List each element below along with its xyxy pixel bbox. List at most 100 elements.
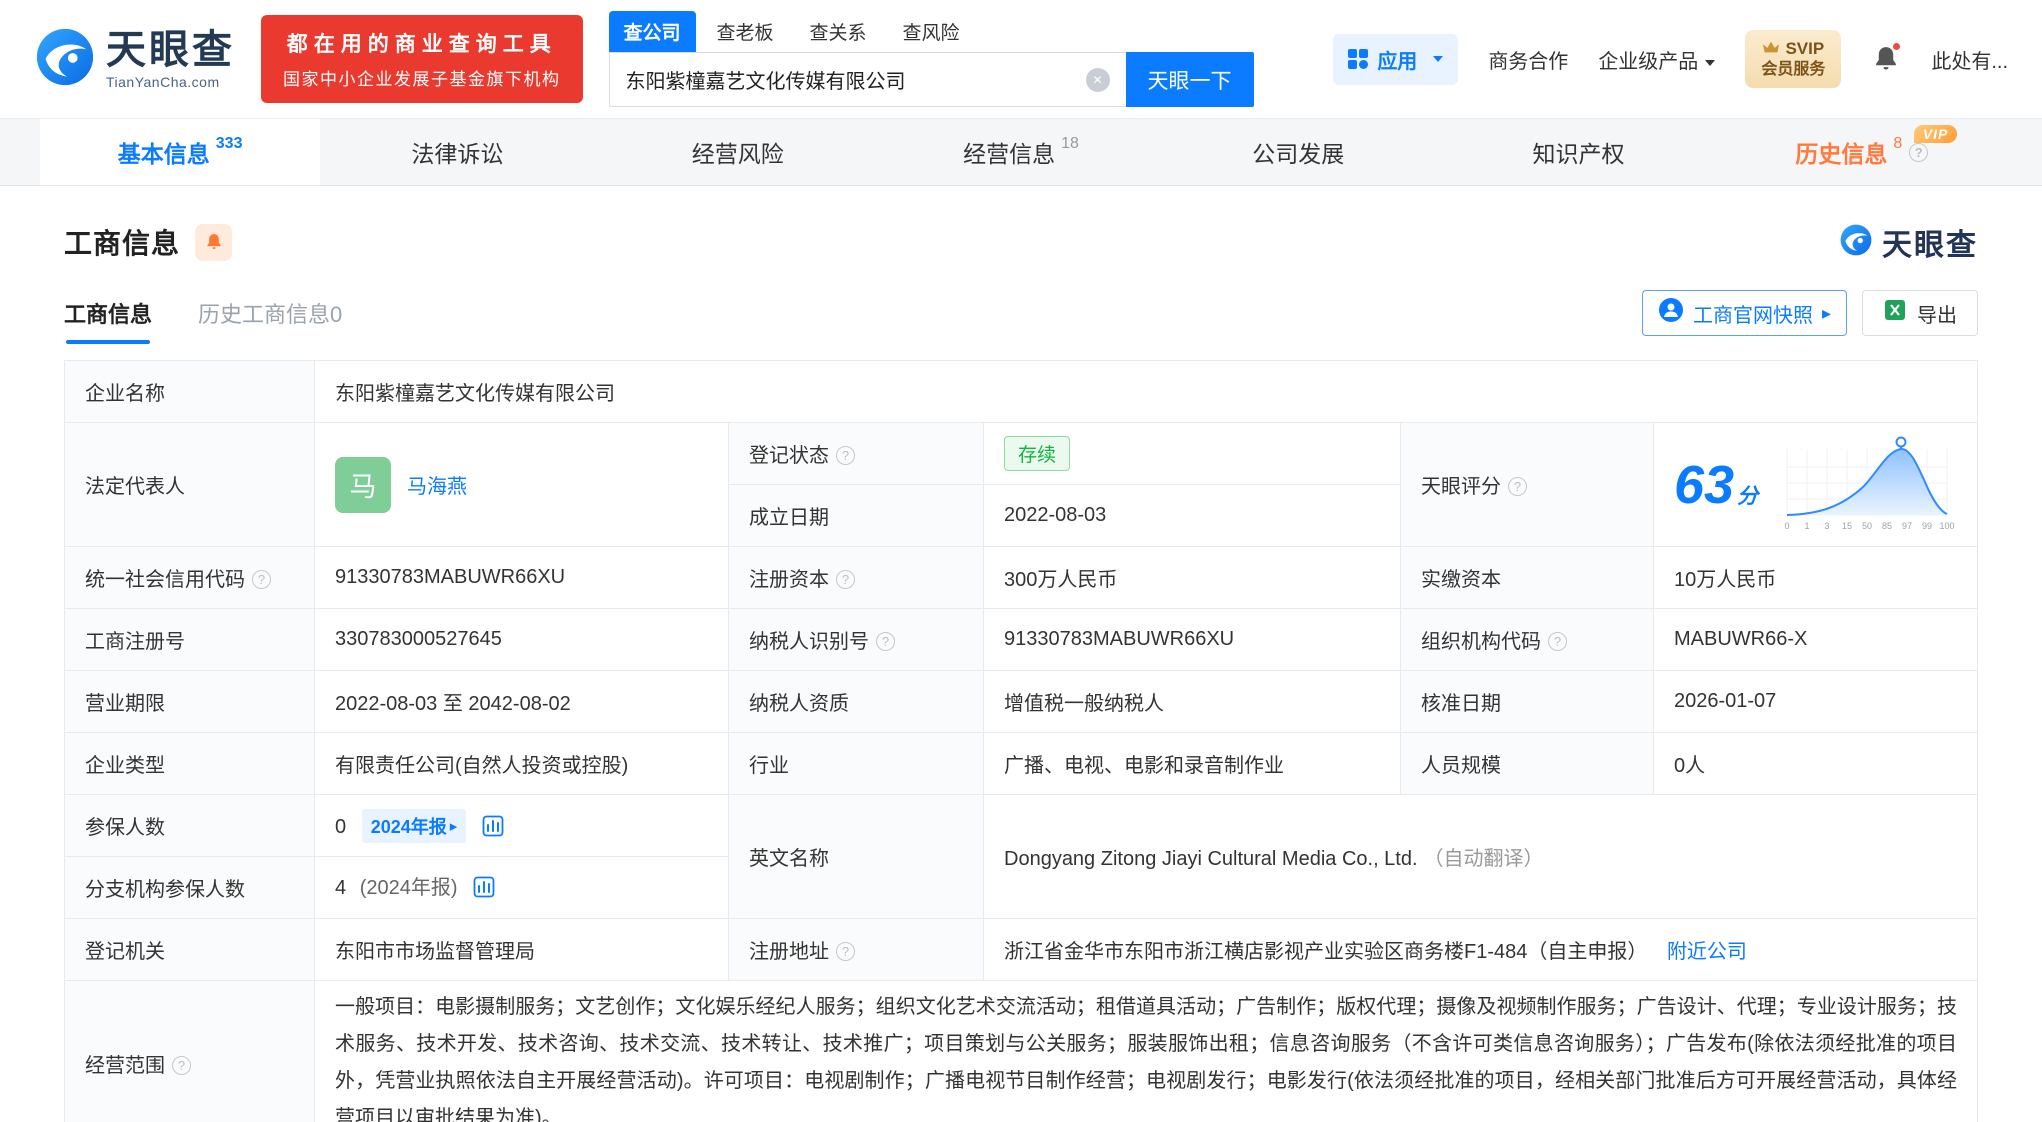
arrow-right-icon <box>1822 302 1831 325</box>
credit-code-label: 统一社会信用代码 <box>64 546 315 609</box>
apps-button[interactable]: 应用 <box>1333 33 1459 85</box>
chart-icon[interactable] <box>482 815 504 843</box>
score-value: 63 分 <box>1674 454 1758 516</box>
svg-text:1: 1 <box>1804 521 1809 531</box>
score-number: 63 <box>1674 454 1735 515</box>
svip-label-bottom: 会员服务 <box>1761 60 1826 78</box>
score-curve-chart: 0 1 3 15 50 85 97 99 100 <box>1784 436 1955 531</box>
help-icon[interactable] <box>836 570 855 589</box>
auto-translate-note: （自动翻译） <box>1423 848 1544 870</box>
help-icon[interactable] <box>1909 142 1929 162</box>
help-icon[interactable] <box>1508 477 1527 496</box>
tab-operating-risk[interactable]: 经营风险 <box>601 119 881 185</box>
tab-label: 知识产权 <box>1532 141 1625 167</box>
reg-number-label: 工商注册号 <box>64 608 315 671</box>
search-tabs: 查公司 查老板 查关系 查风险 <box>608 11 1254 52</box>
notification-bell-icon[interactable] <box>1871 41 1903 74</box>
help-icon[interactable] <box>1548 632 1567 651</box>
tab-basic-info[interactable]: 基本信息 333 <box>40 119 321 185</box>
subtab-actions: 工商官网快照 导出 <box>1641 290 1978 344</box>
help-icon[interactable] <box>252 570 271 589</box>
score-label: 天眼评分 <box>1400 422 1654 547</box>
status-badge: 存续 <box>1004 436 1071 471</box>
account-menu[interactable]: 此处有... <box>1931 45 2008 74</box>
tianyancha-logo-icon <box>34 26 96 93</box>
org-code-label: 组织机构代码 <box>1400 608 1654 671</box>
reg-capital-label: 注册资本 <box>728 546 984 609</box>
tab-legal-proceedings[interactable]: 法律诉讼 <box>320 119 600 185</box>
brand-domain: TianYanCha.com <box>106 73 220 90</box>
legal-rep-link[interactable]: 马海燕 <box>407 470 467 499</box>
clear-search-icon[interactable] <box>1085 67 1110 92</box>
establish-date-value: 2022-08-03 <box>983 484 1401 547</box>
approval-date-label: 核准日期 <box>1400 670 1654 733</box>
search-tab-relation[interactable]: 查关系 <box>795 11 882 52</box>
enterprise-products-label: 企业级产品 <box>1598 50 1699 73</box>
nearby-companies-link[interactable]: 附近公司 <box>1667 941 1747 963</box>
svg-text:85: 85 <box>1882 521 1892 531</box>
tab-company-development[interactable]: 公司发展 <box>1161 119 1441 185</box>
search-button[interactable]: 天眼一下 <box>1125 52 1254 107</box>
promo-banner[interactable]: 都在用的商业查询工具 国家中小企业发展子基金旗下机构 <box>261 15 583 103</box>
help-icon[interactable] <box>876 632 895 651</box>
svg-text:50: 50 <box>1862 521 1872 531</box>
business-info-table: 企业名称 东阳紫橦嘉艺文化传媒有限公司 法定代表人 马 马海燕 登记状态 存续 <box>64 360 1978 1122</box>
insured-number: 0 <box>335 815 347 838</box>
table-row: 登记机关 东阳市市场监督管理局 注册地址 浙江省金华市东阳市浙江横店影视产业实验… <box>64 918 1978 981</box>
main-content: 工商信息 天眼查 工商信息 历史工商信息0 工商官网快照 ▸ 导出 企业名称 东… <box>0 220 2042 1122</box>
reg-status-value: 存续 <box>983 422 1401 485</box>
chevron-down-icon <box>1705 59 1716 66</box>
english-name-label: 英文名称 <box>728 794 984 919</box>
staff-size-label: 人员规模 <box>1400 732 1654 795</box>
label-text: 注册地址 <box>749 941 829 963</box>
monitor-bell-icon[interactable] <box>195 223 233 261</box>
search-input-wrap <box>608 52 1126 107</box>
business-scope-label: 经营范围 <box>64 980 315 1122</box>
export-button-label: 导出 <box>1917 304 1957 327</box>
label-text: 统一社会信用代码 <box>85 569 245 591</box>
svg-text:15: 15 <box>1842 521 1852 531</box>
search-input[interactable] <box>625 68 1086 91</box>
search-tab-risk[interactable]: 查风险 <box>888 11 975 52</box>
tianyancha-logo[interactable]: 天眼查 TianYanCha.com <box>34 26 235 93</box>
biz-cooperation-link[interactable]: 商务合作 <box>1488 45 1568 74</box>
tab-label: 基本信息 <box>117 141 210 167</box>
section-header: 工商信息 天眼查 <box>64 220 1978 264</box>
search-tab-boss[interactable]: 查老板 <box>702 11 789 52</box>
paid-capital-value: 10万人民币 <box>1653 546 1978 609</box>
svip-member-button[interactable]: SVIP 会员服务 <box>1745 30 1842 88</box>
taxpayer-id-value: 91330783MABUWR66XU <box>983 608 1401 671</box>
subtab-history-registration[interactable]: 历史工商信息0 <box>198 297 342 344</box>
annual-report-link[interactable]: 2024年报 <box>361 808 467 843</box>
help-icon[interactable] <box>836 942 855 961</box>
tab-history-info[interactable]: VIP 历史信息 8 <box>1722 119 2002 185</box>
table-row: 工商注册号 330783000527645 纳税人识别号 91330783MAB… <box>64 608 1978 671</box>
tab-intellectual-property[interactable]: 知识产权 <box>1441 119 1721 185</box>
official-snapshot-button[interactable]: 工商官网快照 <box>1641 290 1847 336</box>
section-title: 工商信息 <box>64 228 181 259</box>
search-tab-company[interactable]: 查公司 <box>608 11 696 52</box>
company-name-value: 东阳紫橦嘉艺文化传媒有限公司 <box>314 360 1978 423</box>
branch-insured-label: 分支机构参保人数 <box>64 856 315 919</box>
export-button[interactable]: 导出 <box>1862 290 1978 336</box>
legal-rep-cell: 马 马海燕 <box>314 422 729 547</box>
chevron-down-icon <box>1433 56 1444 62</box>
business-term-label: 营业期限 <box>64 670 315 733</box>
promo-line2: 国家中小企业发展子基金旗下机构 <box>283 70 561 89</box>
chart-icon[interactable] <box>473 876 495 904</box>
reg-number-value: 330783000527645 <box>314 608 729 671</box>
subtab-row: 工商信息 历史工商信息0 工商官网快照 导出 <box>64 290 1978 344</box>
taxpayer-quality-value: 增值税一般纳税人 <box>983 670 1401 733</box>
legal-rep-avatar[interactable]: 马 <box>335 456 391 513</box>
taxpayer-quality-label: 纳税人资质 <box>728 670 984 733</box>
business-term-value: 2022-08-03 至 2042-08-02 <box>314 670 729 733</box>
reg-authority-value: 东阳市市场监督管理局 <box>314 918 729 981</box>
apps-label: 应用 <box>1377 50 1418 73</box>
subtab-business-registration[interactable]: 工商信息 <box>64 297 152 344</box>
enterprise-products-link[interactable]: 企业级产品 <box>1598 45 1716 74</box>
help-icon[interactable] <box>172 1055 191 1075</box>
tab-label: 公司发展 <box>1252 141 1345 167</box>
help-icon[interactable] <box>836 446 855 465</box>
tab-count: 8 <box>1893 135 1903 152</box>
tab-business-info[interactable]: 经营信息 18 <box>881 119 1161 185</box>
